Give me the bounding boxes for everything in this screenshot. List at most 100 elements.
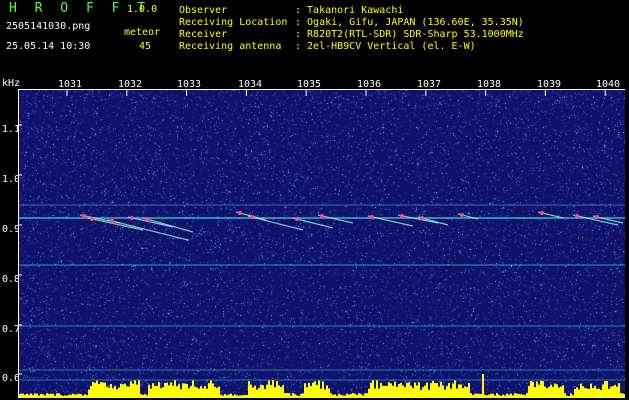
activity-bar xyxy=(60,394,62,398)
meteor-label: meteor xyxy=(124,27,161,38)
activity-bar xyxy=(514,393,516,398)
activity-bar xyxy=(596,388,598,398)
activity-bar xyxy=(144,394,146,398)
meteor-head xyxy=(575,214,579,218)
activity-bar xyxy=(366,393,368,398)
meteor-trail xyxy=(292,217,334,229)
activity-bar xyxy=(540,380,542,398)
file-name: 2505141030.png xyxy=(6,21,91,32)
activity-bar xyxy=(592,388,594,398)
activity-bar xyxy=(568,395,570,398)
activity-bar xyxy=(346,393,348,398)
activity-bar xyxy=(610,386,612,398)
activity-bar xyxy=(116,389,118,398)
activity-bar xyxy=(308,382,310,398)
activity-bar xyxy=(152,383,154,398)
activity-bar xyxy=(24,394,26,398)
activity-bar xyxy=(608,388,610,398)
activity-bar xyxy=(392,385,394,398)
activity-bar xyxy=(302,393,304,398)
activity-bar xyxy=(502,394,504,398)
activity-bar xyxy=(232,395,234,398)
activity-bar xyxy=(474,393,476,398)
antenna-label: Receiving antenna xyxy=(179,41,282,52)
activity-bar xyxy=(70,394,72,398)
activity-bar xyxy=(516,393,518,398)
activity-bar xyxy=(312,382,314,398)
activity-bar xyxy=(130,381,132,398)
activity-bar xyxy=(320,388,322,398)
activity-bar xyxy=(118,387,120,398)
activity-bar xyxy=(600,389,602,398)
activity-bar xyxy=(562,385,564,398)
activity-bar xyxy=(362,395,364,398)
activity-bar xyxy=(310,385,312,398)
activity-bar xyxy=(236,395,238,398)
activity-bar xyxy=(584,387,586,398)
activity-bar xyxy=(298,395,300,398)
activity-bar xyxy=(574,389,576,398)
activity-bar xyxy=(370,382,372,398)
activity-bar xyxy=(464,386,466,398)
activity-bar xyxy=(74,394,76,398)
activity-bar xyxy=(110,383,112,398)
activity-bar xyxy=(94,382,96,398)
activity-bar xyxy=(604,380,606,398)
activity-bar xyxy=(460,384,462,398)
activity-bar xyxy=(622,393,624,398)
meteor-head xyxy=(82,214,86,218)
activity-bar xyxy=(66,395,68,398)
activity-bar xyxy=(416,385,418,398)
meteor-head xyxy=(90,217,94,221)
activity-bar xyxy=(142,394,144,398)
activity-bar xyxy=(468,383,470,398)
activity-bar xyxy=(420,389,422,398)
activity-bar xyxy=(286,393,288,398)
activity-bar xyxy=(270,385,272,398)
activity-bar xyxy=(170,382,172,398)
activity-bar xyxy=(124,383,126,398)
antenna-value: : 2el-HB9CV Vertical (el. E-W) xyxy=(295,41,476,52)
activity-bar xyxy=(200,386,202,398)
activity-bar xyxy=(518,393,520,398)
activity-bar xyxy=(522,394,524,398)
activity-bar xyxy=(216,387,218,398)
activity-bar xyxy=(228,394,230,398)
activity-bar xyxy=(524,395,526,398)
activity-bar xyxy=(504,395,506,398)
activity-bar xyxy=(166,382,168,398)
activity-bar xyxy=(290,395,292,398)
activity-bar xyxy=(526,393,528,398)
activity-bar xyxy=(284,393,286,398)
activity-bar xyxy=(586,388,588,398)
meteor-trail xyxy=(107,219,189,241)
activity-bar xyxy=(434,382,436,398)
activity-bar xyxy=(80,393,82,398)
activity-bar xyxy=(180,389,182,398)
activity-bar xyxy=(402,385,404,398)
activity-bar xyxy=(86,395,88,398)
meteor-head xyxy=(295,217,299,221)
activity-bar xyxy=(358,393,360,398)
activity-bar xyxy=(168,385,170,398)
activity-bar xyxy=(528,385,530,398)
activity-bar xyxy=(306,387,308,398)
activity-bar xyxy=(558,387,560,398)
activity-bar xyxy=(348,394,350,398)
meteor-head xyxy=(145,217,149,221)
activity-bar xyxy=(62,395,64,398)
activity-bar xyxy=(204,386,206,398)
activity-bar xyxy=(46,393,48,398)
activity-bar xyxy=(206,388,208,398)
activity-bar xyxy=(454,380,456,398)
activity-bar xyxy=(196,387,198,398)
activity-bar xyxy=(404,387,406,398)
activity-bar xyxy=(260,384,262,398)
meteor-head xyxy=(540,211,544,215)
activity-bar xyxy=(96,380,98,398)
activity-bar xyxy=(314,381,316,398)
activity-bar xyxy=(490,393,492,398)
activity-bar xyxy=(560,386,562,398)
activity-bar xyxy=(552,386,554,398)
spectrogram-overlay xyxy=(18,90,625,398)
